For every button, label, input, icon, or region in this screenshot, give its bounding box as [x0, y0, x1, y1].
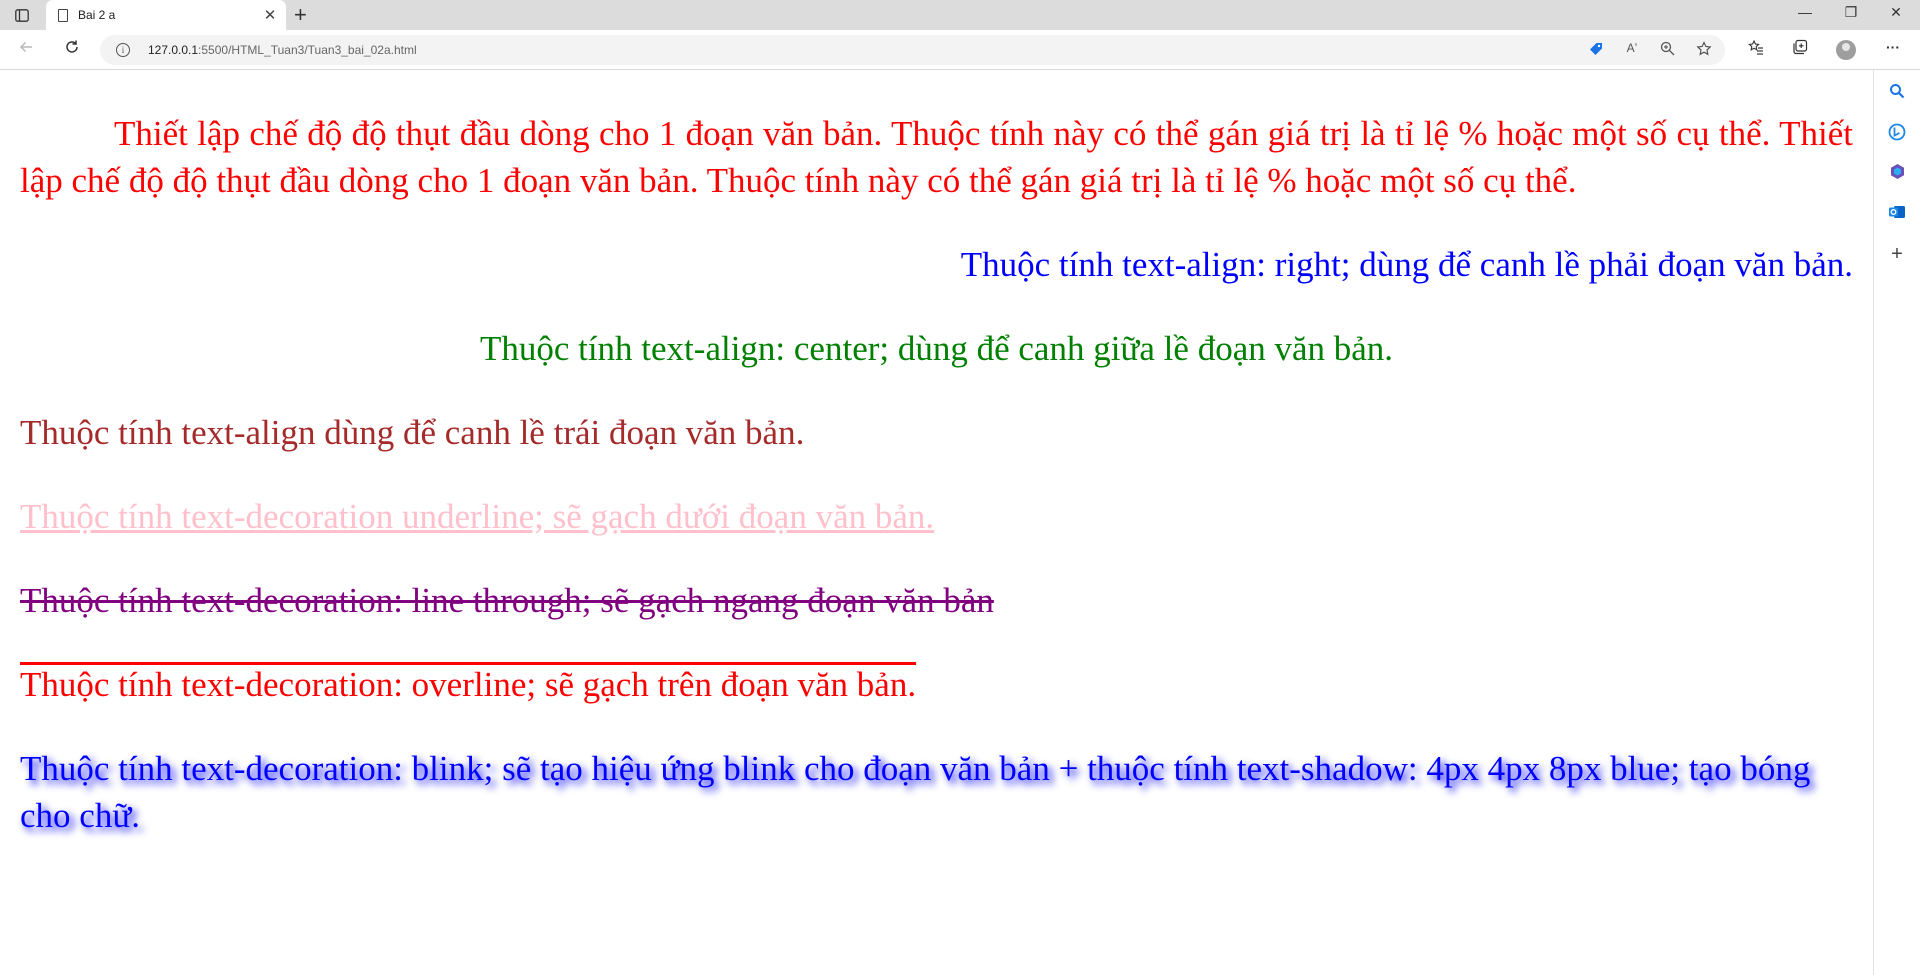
office-icon[interactable]	[1886, 163, 1908, 185]
paragraph-text-indent: Thiết lập chế độ độ thụt đầu dòng cho 1 …	[20, 114, 1853, 200]
shopping-tag-icon[interactable]	[1586, 41, 1606, 60]
edge-sidebar: +	[1873, 70, 1920, 975]
new-tab-button[interactable]: +	[294, 3, 307, 27]
browser-toolbar: i 127.0.0.1:5500/HTML_Tuan3/Tuan3_bai_02…	[0, 30, 1920, 70]
close-window-button[interactable]: ✕	[1881, 4, 1911, 21]
paragraph-overline: Thuộc tính text-decoration: overline; sẽ…	[20, 665, 917, 704]
favorites-icon[interactable]	[1744, 39, 1768, 60]
paragraph-line-through: Thuộc tính text-decoration: line through…	[20, 581, 994, 620]
tab-active[interactable]: Bai 2 a ✕	[46, 0, 286, 30]
address-bar[interactable]: i 127.0.0.1:5500/HTML_Tuan3/Tuan3_bai_02…	[100, 35, 1725, 65]
reload-icon[interactable]	[60, 39, 84, 60]
tab-close-icon[interactable]: ✕	[262, 6, 278, 24]
favorite-star-icon[interactable]	[1694, 41, 1714, 60]
collections-icon[interactable]	[1788, 39, 1812, 60]
paragraph-underline: Thuộc tính text-decoration underline; sẽ…	[20, 497, 935, 536]
more-menu-icon[interactable]: ···	[1881, 39, 1905, 55]
tab-bar: Bai 2 a ✕ + — ❐ ✕	[0, 0, 1920, 30]
read-aloud-icon[interactable]: Aʼ	[1622, 41, 1642, 55]
paragraph-align-center: Thuộc tính text-align: center; dùng để c…	[479, 329, 1394, 368]
minimize-button[interactable]: —	[1790, 4, 1820, 20]
url-text[interactable]: 127.0.0.1:5500/HTML_Tuan3/Tuan3_bai_02a.…	[148, 43, 417, 57]
paragraph-text-shadow: Thuộc tính text-decoration: blink; sẽ tạ…	[20, 749, 1811, 835]
page-icon	[58, 8, 68, 22]
zoom-icon[interactable]	[1657, 41, 1677, 59]
tab-actions-icon[interactable]	[12, 6, 32, 24]
page-content: Thiết lập chế độ độ thụt đầu dòng cho 1 …	[20, 70, 1853, 975]
back-arrow-icon[interactable]	[14, 39, 38, 60]
restore-button[interactable]: ❐	[1836, 4, 1866, 21]
paragraph-align-left: Thuộc tính text-align dùng để canh lề tr…	[20, 413, 805, 452]
add-sidebar-app-icon[interactable]: +	[1886, 243, 1908, 265]
tab-title: Bai 2 a	[78, 8, 116, 22]
copilot-icon[interactable]	[1886, 123, 1908, 145]
search-icon[interactable]	[1886, 83, 1908, 105]
profile-avatar[interactable]	[1836, 40, 1856, 60]
url-host: 127.0.0.1	[148, 43, 199, 57]
site-info-icon[interactable]: i	[116, 43, 130, 57]
paragraph-align-right: Thuộc tính text-align: right; dùng để ca…	[960, 245, 1853, 284]
url-path: :5500/HTML_Tuan3/Tuan3_bai_02a.html	[198, 43, 417, 57]
outlook-icon[interactable]	[1886, 203, 1908, 225]
